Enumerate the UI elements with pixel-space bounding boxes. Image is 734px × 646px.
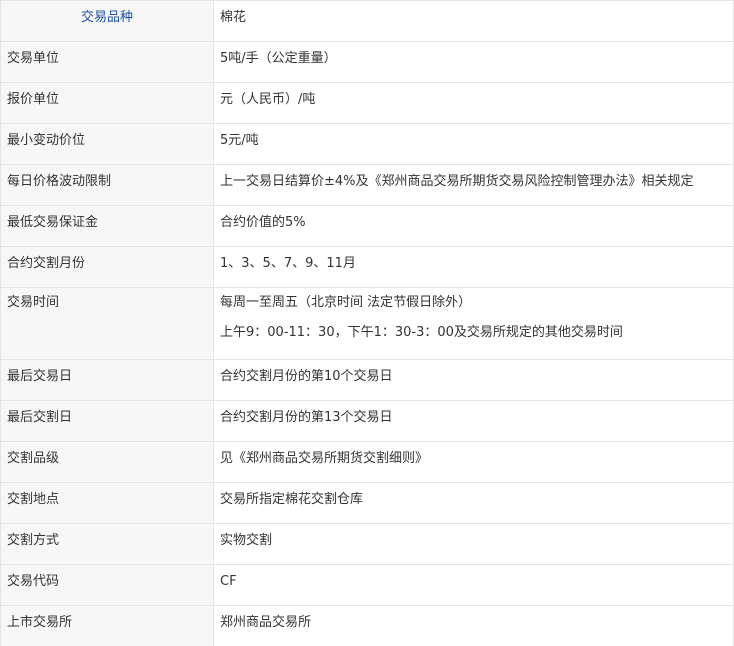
trading-time-line-1: 每周一至周五（北京时间 法定节假日除外） bbox=[220, 288, 727, 312]
table-row: 上市交易所 郑州商品交易所 bbox=[1, 606, 734, 646]
value-cell: CF bbox=[214, 565, 734, 606]
row-label: 交易单位 bbox=[7, 42, 207, 68]
row-value: 1、3、5、7、9、11月 bbox=[220, 247, 727, 273]
table-row: 交易代码 CF bbox=[1, 565, 734, 606]
label-cell: 交割地点 bbox=[1, 483, 214, 524]
header-label: 交易品种 bbox=[7, 1, 207, 27]
row-label: 合约交割月份 bbox=[7, 247, 207, 273]
label-cell: 合约交割月份 bbox=[1, 247, 214, 288]
label-cell: 最后交易日 bbox=[1, 360, 214, 401]
row-label: 交易代码 bbox=[7, 565, 207, 591]
value-cell: 见《郑州商品交易所期货交割细则》 bbox=[214, 442, 734, 483]
row-value: 合约交割月份的第13个交易日 bbox=[220, 401, 727, 427]
table-row: 每日价格波动限制 上一交易日结算价±4%及《郑州商品交易所期货交易风险控制管理办… bbox=[1, 165, 734, 206]
row-value: 郑州商品交易所 bbox=[220, 606, 727, 632]
table-row: 交易单位 5吨/手（公定重量） bbox=[1, 42, 734, 83]
row-label: 每日价格波动限制 bbox=[7, 165, 207, 191]
value-cell: 元（人民币）/吨 bbox=[214, 83, 734, 124]
label-cell: 报价单位 bbox=[1, 83, 214, 124]
value-cell: 合约价值的5% bbox=[214, 206, 734, 247]
row-label: 交割品级 bbox=[7, 442, 207, 468]
row-value: 5吨/手（公定重量） bbox=[220, 42, 727, 68]
row-label: 上市交易所 bbox=[7, 606, 207, 632]
table-row: 最后交易日 合约交割月份的第10个交易日 bbox=[1, 360, 734, 401]
header-value: 棉花 bbox=[220, 1, 727, 27]
row-value: 实物交割 bbox=[220, 524, 727, 550]
label-cell: 交易时间 bbox=[1, 288, 214, 360]
table-row-trading-time: 交易时间 每周一至周五（北京时间 法定节假日除外） 上午9：00-11：30，下… bbox=[1, 288, 734, 360]
row-value: 合约价值的5% bbox=[220, 206, 727, 232]
header-label-cell: 交易品种 bbox=[1, 1, 214, 42]
table-row: 最小变动价位 5元/吨 bbox=[1, 124, 734, 165]
label-cell: 交易代码 bbox=[1, 565, 214, 606]
row-label: 交割地点 bbox=[7, 483, 207, 509]
label-cell: 最小变动价位 bbox=[1, 124, 214, 165]
table-row: 最低交易保证金 合约价值的5% bbox=[1, 206, 734, 247]
value-cell: 5元/吨 bbox=[214, 124, 734, 165]
label-cell: 交割品级 bbox=[1, 442, 214, 483]
row-value: 元（人民币）/吨 bbox=[220, 83, 727, 109]
contract-spec-table: 交易品种 棉花 交易单位 5吨/手（公定重量） 报价单位 元（人民币）/吨 最小… bbox=[0, 0, 734, 646]
table-row: 交割品级 见《郑州商品交易所期货交割细则》 bbox=[1, 442, 734, 483]
value-cell: 交易所指定棉花交割仓库 bbox=[214, 483, 734, 524]
value-cell: 郑州商品交易所 bbox=[214, 606, 734, 646]
value-cell: 合约交割月份的第10个交易日 bbox=[214, 360, 734, 401]
table-row: 报价单位 元（人民币）/吨 bbox=[1, 83, 734, 124]
value-cell: 合约交割月份的第13个交易日 bbox=[214, 401, 734, 442]
table-row: 交割方式 实物交割 bbox=[1, 524, 734, 565]
value-cell: 上一交易日结算价±4%及《郑州商品交易所期货交易风险控制管理办法》相关规定 bbox=[214, 165, 734, 206]
value-cell: 实物交割 bbox=[214, 524, 734, 565]
value-cell: 1、3、5、7、9、11月 bbox=[214, 247, 734, 288]
contract-spec-body: 交易品种 棉花 交易单位 5吨/手（公定重量） 报价单位 元（人民币）/吨 最小… bbox=[1, 1, 734, 646]
row-value: 上一交易日结算价±4%及《郑州商品交易所期货交易风险控制管理办法》相关规定 bbox=[220, 165, 727, 191]
label-cell: 上市交易所 bbox=[1, 606, 214, 646]
row-label: 最低交易保证金 bbox=[7, 206, 207, 232]
table-row-header: 交易品种 棉花 bbox=[1, 1, 734, 42]
row-label: 最后交割日 bbox=[7, 401, 207, 427]
label-cell: 交易单位 bbox=[1, 42, 214, 83]
table-row: 最后交割日 合约交割月份的第13个交易日 bbox=[1, 401, 734, 442]
row-value: CF bbox=[220, 565, 727, 591]
row-value: 交易所指定棉花交割仓库 bbox=[220, 483, 727, 509]
label-cell: 交割方式 bbox=[1, 524, 214, 565]
row-label: 最小变动价位 bbox=[7, 124, 207, 150]
row-value: 见《郑州商品交易所期货交割细则》 bbox=[220, 442, 727, 468]
table-row: 合约交割月份 1、3、5、7、9、11月 bbox=[1, 247, 734, 288]
table-row: 交割地点 交易所指定棉花交割仓库 bbox=[1, 483, 734, 524]
row-label: 交割方式 bbox=[7, 524, 207, 550]
trading-time-line-2: 上午9：00-11：30，下午1：30-3：00及交易所规定的其他交易时间 bbox=[220, 324, 727, 342]
row-value: 合约交割月份的第10个交易日 bbox=[220, 360, 727, 386]
label-cell: 最后交割日 bbox=[1, 401, 214, 442]
row-label: 交易时间 bbox=[7, 288, 207, 312]
header-value-cell: 棉花 bbox=[214, 1, 734, 42]
row-label: 报价单位 bbox=[7, 83, 207, 109]
value-cell: 每周一至周五（北京时间 法定节假日除外） 上午9：00-11：30，下午1：30… bbox=[214, 288, 734, 360]
label-cell: 每日价格波动限制 bbox=[1, 165, 214, 206]
row-value: 5元/吨 bbox=[220, 124, 727, 150]
label-cell: 最低交易保证金 bbox=[1, 206, 214, 247]
value-cell: 5吨/手（公定重量） bbox=[214, 42, 734, 83]
row-label: 最后交易日 bbox=[7, 360, 207, 386]
